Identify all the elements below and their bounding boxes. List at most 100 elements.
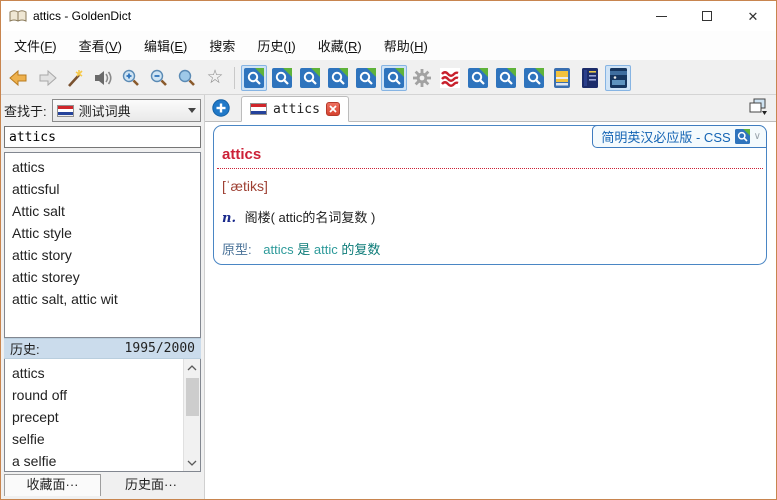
history-list[interactable]: attics round off precept selfie a selfie… (4, 359, 201, 472)
origin-link-attic[interactable]: attic (314, 242, 338, 257)
lookup-label: 查找于: (4, 101, 47, 120)
minimize-button[interactable] (638, 1, 684, 31)
part-of-speech: n. (222, 211, 236, 226)
dictionary-badge-label: 简明英汉必应版 - CSS (601, 127, 730, 146)
add-tab-button[interactable] (209, 96, 233, 119)
dictbar-dictionary-1[interactable] (241, 65, 267, 91)
dictionary-icon (524, 68, 544, 88)
dictionary-icon (356, 68, 376, 88)
chevron-down-icon: ∨ (754, 131, 761, 142)
dictionary-icon (244, 68, 264, 88)
menu-file[interactable]: 文件(F) (3, 32, 68, 59)
zoom-out-button[interactable] (146, 65, 172, 91)
red-waves-icon (440, 68, 460, 88)
forward-icon (37, 69, 57, 87)
star-icon: ☆ (206, 68, 223, 87)
history-item[interactable]: precept (12, 406, 182, 428)
maximize-button[interactable] (684, 1, 730, 31)
history-count: 1995/2000 (125, 341, 195, 356)
zoom-in-icon (121, 68, 141, 88)
definition-text: 阁楼( attic的名词复数 ) (245, 210, 376, 225)
history-scrollbar[interactable] (183, 359, 200, 471)
dictionary-icon (272, 68, 292, 88)
origin-link-attics[interactable]: attics (263, 242, 293, 257)
zoom-in-button[interactable] (118, 65, 144, 91)
menu-search[interactable]: 搜索 (198, 32, 246, 59)
edit-dictionaries-button[interactable] (409, 65, 435, 91)
dictionary-icon (328, 68, 348, 88)
history-panel-tab[interactable]: 历史面··· (101, 474, 201, 496)
goldendict-window: attics - GoldenDict ✕ 文件(F) 查看(V) 编辑(E) … (0, 0, 777, 500)
article-frame: 简明英汉必应版 - CSS ∨ attics [ˈætiks] n. 阁楼( a… (213, 125, 767, 265)
suggestion-item[interactable]: attic story (12, 244, 200, 266)
origin-label: 原型: (222, 242, 252, 257)
dictionary-icon (496, 68, 516, 88)
dictionary-group-select[interactable]: 测试词典 (52, 99, 201, 122)
dictbar-dictionary-3[interactable] (297, 65, 323, 91)
tab-close-button[interactable] (326, 102, 340, 116)
dictbar-dictionary-4[interactable] (325, 65, 351, 91)
add-favorite-button[interactable]: ☆ (202, 65, 228, 91)
menu-edit[interactable]: 编辑(E) (133, 32, 198, 59)
tab-attics[interactable]: attics (241, 96, 349, 122)
history-item[interactable]: selfie (12, 428, 182, 450)
title-bar: attics - GoldenDict ✕ (1, 1, 776, 31)
scrollbar-thumb[interactable] (186, 378, 199, 416)
chevron-down-icon (188, 108, 196, 113)
dictbar-dictionary-8[interactable] (493, 65, 519, 91)
favorites-panel-tab[interactable]: 收藏面··· (4, 474, 101, 496)
wand-button[interactable] (62, 65, 88, 91)
wand-icon (65, 68, 85, 88)
suggestion-item[interactable]: Attic style (12, 222, 200, 244)
gear-icon (412, 68, 432, 88)
search-pane: 查找于: 测试词典 attics atticsful Attic salt At… (1, 95, 205, 499)
close-button[interactable]: ✕ (730, 1, 776, 31)
plus-icon (212, 99, 230, 117)
tab-list-button[interactable] (746, 96, 770, 118)
tab-flag-icon (250, 103, 267, 115)
dictionary-badge[interactable]: 简明英汉必应版 - CSS ∨ (592, 125, 767, 148)
menu-view[interactable]: 查看(V) (68, 32, 133, 59)
suggestion-list[interactable]: attics atticsful Attic salt Attic style … (4, 152, 201, 338)
minimize-icon (656, 16, 667, 17)
menu-help[interactable]: 帮助(H) (373, 32, 439, 59)
menu-bar: 文件(F) 查看(V) 编辑(E) 搜索 历史(I) 收藏(R) 帮助(H) (1, 31, 776, 61)
dictbar-dictionary-6[interactable] (381, 65, 407, 91)
suggestion-item[interactable]: attic storey (12, 266, 200, 288)
scroll-down-icon[interactable] (184, 454, 201, 471)
back-button[interactable] (6, 65, 32, 91)
history-item[interactable]: a selfie (12, 450, 182, 472)
dictbar-dictionary-5[interactable] (353, 65, 379, 91)
history-item[interactable]: round off (12, 384, 182, 406)
main-toolbar: ☆ (1, 61, 776, 95)
article-phonetic: [ˈætiks] (222, 178, 766, 194)
suggestion-item[interactable]: attics (12, 156, 200, 178)
headword-divider (217, 168, 763, 169)
origin-line: 原型: attics 是 attic 的复数 (222, 239, 766, 258)
app-book-icon (9, 9, 27, 24)
menu-favorites[interactable]: 收藏(R) (307, 32, 373, 59)
history-label: 历史: (10, 339, 40, 358)
dictbar-dictionary-7[interactable] (465, 65, 491, 91)
maximize-icon (702, 11, 712, 21)
dictbar-dictionary-9[interactable] (521, 65, 547, 91)
pronounce-button[interactable] (90, 65, 116, 91)
zoom-reset-button[interactable] (174, 65, 200, 91)
menu-history[interactable]: 历史(I) (246, 32, 306, 59)
dictbar-red-waves[interactable] (437, 65, 463, 91)
suggestion-item[interactable]: attic salt, attic wit (12, 288, 200, 310)
window-title: attics - GoldenDict (33, 9, 131, 23)
article-headword: attics (222, 146, 766, 163)
dictbar-yellow-book[interactable] (549, 65, 575, 91)
tab-bar: attics (205, 95, 776, 122)
dictbar-dictionary-2[interactable] (269, 65, 295, 91)
scroll-up-icon[interactable] (184, 359, 201, 376)
dictbar-cambridge[interactable] (605, 65, 631, 91)
search-input[interactable] (4, 126, 201, 148)
suggestion-item[interactable]: atticsful (12, 178, 200, 200)
forward-button[interactable] (34, 65, 60, 91)
suggestion-item[interactable]: Attic salt (12, 200, 200, 222)
dictbar-navy-book[interactable] (577, 65, 603, 91)
history-item[interactable]: attics (12, 362, 182, 384)
origin-connector: 是 (297, 242, 310, 257)
